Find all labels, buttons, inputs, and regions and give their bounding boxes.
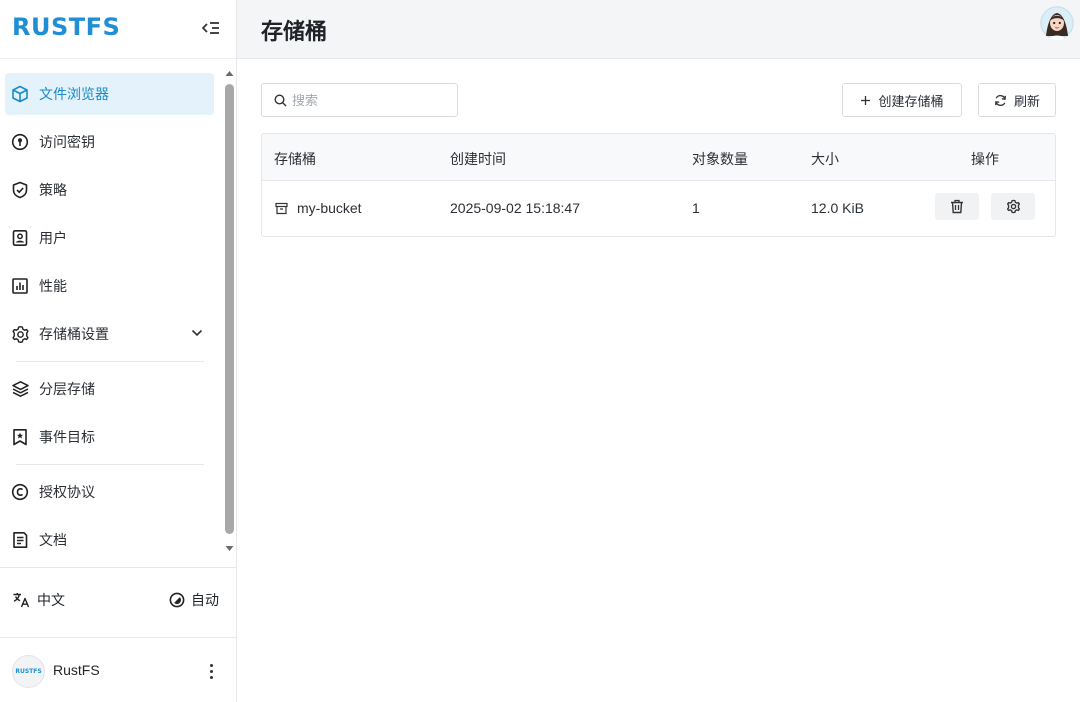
profile-avatar[interactable] — [1040, 6, 1074, 40]
sidebar-item-access-keys[interactable]: 访问密钥 — [5, 121, 214, 163]
preferences-row: 中文 自动 — [0, 567, 236, 638]
sidebar-item-label: 授权协议 — [39, 484, 95, 500]
language-label: 中文 — [37, 592, 65, 608]
sidebar-scrollbar[interactable] — [224, 68, 234, 558]
collapse-sidebar-button[interactable] — [198, 16, 224, 40]
column-header-size[interactable]: 大小 — [811, 149, 839, 169]
bucket-settings-button[interactable] — [991, 193, 1035, 220]
nav-divider — [16, 464, 204, 465]
column-header-objects[interactable]: 对象数量 — [692, 149, 748, 169]
user-avatar[interactable]: RUSTFS — [12, 655, 45, 688]
key-icon — [10, 132, 30, 152]
refresh-button[interactable]: 刷新 — [978, 83, 1056, 117]
scroll-up-icon[interactable] — [225, 70, 234, 77]
create-bucket-label: 创建存储桶 — [878, 93, 944, 109]
bucket-table: 存储桶 创建时间 对象数量 大小 操作 my-bucket 2025-09-02… — [261, 133, 1056, 237]
user-card-icon — [10, 228, 30, 248]
more-dots-icon — [209, 675, 213, 679]
created-time-cell: 2025-09-02 15:18:47 — [450, 200, 580, 216]
sidebar: RUSTFS 文件浏览器 访问密钥 策略 用户 性能 存储桶设置 分层存储 事件… — [0, 0, 237, 702]
more-dots-icon — [209, 663, 213, 667]
size-cell: 12.0 KiB — [811, 200, 864, 216]
nav-divider — [16, 361, 204, 362]
bucket-name[interactable]: my-bucket — [297, 200, 362, 216]
plus-icon — [861, 95, 871, 105]
sidebar-item-label: 存储桶设置 — [39, 326, 109, 342]
top-header: 存储桶 — [237, 0, 1080, 59]
sidebar-item-performance[interactable]: 性能 — [5, 265, 214, 307]
avatar-girl-icon — [1040, 6, 1074, 40]
search-icon — [274, 93, 287, 106]
cube-icon — [10, 84, 30, 104]
sidebar-item-file-browser[interactable]: 文件浏览器 — [5, 73, 214, 115]
sidebar-item-users[interactable]: 用户 — [5, 217, 214, 259]
sidebar-item-label: 用户 — [39, 230, 67, 246]
sidebar-item-event-targets[interactable]: 事件目标 — [5, 416, 214, 458]
bucket-name-cell[interactable]: my-bucket — [275, 200, 362, 216]
user-name: RustFS — [53, 662, 100, 678]
user-row: RUSTFS RustFS — [0, 639, 236, 702]
sidebar-item-license[interactable]: 授权协议 — [5, 471, 214, 513]
archive-icon — [275, 202, 288, 214]
sidebar-item-label: 文档 — [39, 532, 67, 548]
column-header-created[interactable]: 创建时间 — [450, 149, 506, 169]
search-input[interactable] — [292, 92, 442, 108]
sidebar-item-label: 分层存储 — [39, 381, 95, 397]
sidebar-nav: 文件浏览器 访问密钥 策略 用户 性能 存储桶设置 分层存储 事件目标 授权协议… — [0, 60, 224, 560]
sidebar-item-label: 性能 — [39, 278, 67, 294]
create-bucket-button[interactable]: 创建存储桶 — [842, 83, 962, 117]
page-title: 存储桶 — [261, 19, 328, 44]
table-header: 存储桶 创建时间 对象数量 大小 操作 — [262, 134, 1055, 181]
collapse-icon — [202, 22, 219, 34]
search-box[interactable] — [261, 83, 458, 117]
sidebar-item-docs[interactable]: 文档 — [5, 519, 214, 560]
table-row[interactable]: my-bucket 2025-09-02 15:18:47 1 12.0 KiB — [262, 181, 1055, 236]
theme-label: 自动 — [191, 592, 219, 608]
more-options-button[interactable] — [203, 660, 219, 682]
column-header-actions: 操作 — [971, 151, 999, 167]
logo[interactable]: RUSTFS — [12, 13, 120, 41]
refresh-icon — [995, 94, 1006, 106]
shield-icon — [10, 180, 30, 200]
sidebar-item-tiered-storage[interactable]: 分层存储 — [5, 368, 214, 410]
column-header-bucket[interactable]: 存储桶 — [274, 149, 316, 169]
layers-icon — [10, 379, 30, 399]
theme-switcher[interactable]: 自动 — [169, 590, 219, 610]
scrollbar-thumb[interactable] — [225, 84, 234, 534]
sidebar-item-bucket-settings[interactable]: 存储桶设置 — [5, 313, 214, 355]
copyright-icon — [10, 482, 30, 502]
bar-chart-icon — [10, 276, 30, 296]
delete-bucket-button[interactable] — [935, 193, 979, 220]
sidebar-item-label: 事件目标 — [39, 429, 95, 445]
sidebar-item-policy[interactable]: 策略 — [5, 169, 214, 211]
theme-auto-icon — [169, 592, 185, 608]
refresh-label: 刷新 — [1013, 93, 1040, 109]
trash-icon — [951, 199, 963, 214]
chevron-down-icon — [190, 326, 204, 343]
scroll-down-icon[interactable] — [225, 545, 234, 552]
gear-icon — [1006, 199, 1020, 214]
sidebar-item-label: 访问密钥 — [39, 134, 95, 150]
sidebar-item-label: 策略 — [39, 182, 67, 198]
language-switcher[interactable]: 中文 — [12, 590, 65, 610]
more-dots-icon — [209, 669, 213, 673]
brand-bar: RUSTFS — [0, 0, 236, 59]
object-count-cell: 1 — [692, 200, 700, 216]
document-icon — [10, 530, 30, 550]
translate-icon — [13, 593, 30, 608]
sidebar-item-label: 文件浏览器 — [39, 86, 109, 102]
gear-icon — [10, 324, 30, 344]
bookmark-star-icon — [10, 427, 30, 447]
